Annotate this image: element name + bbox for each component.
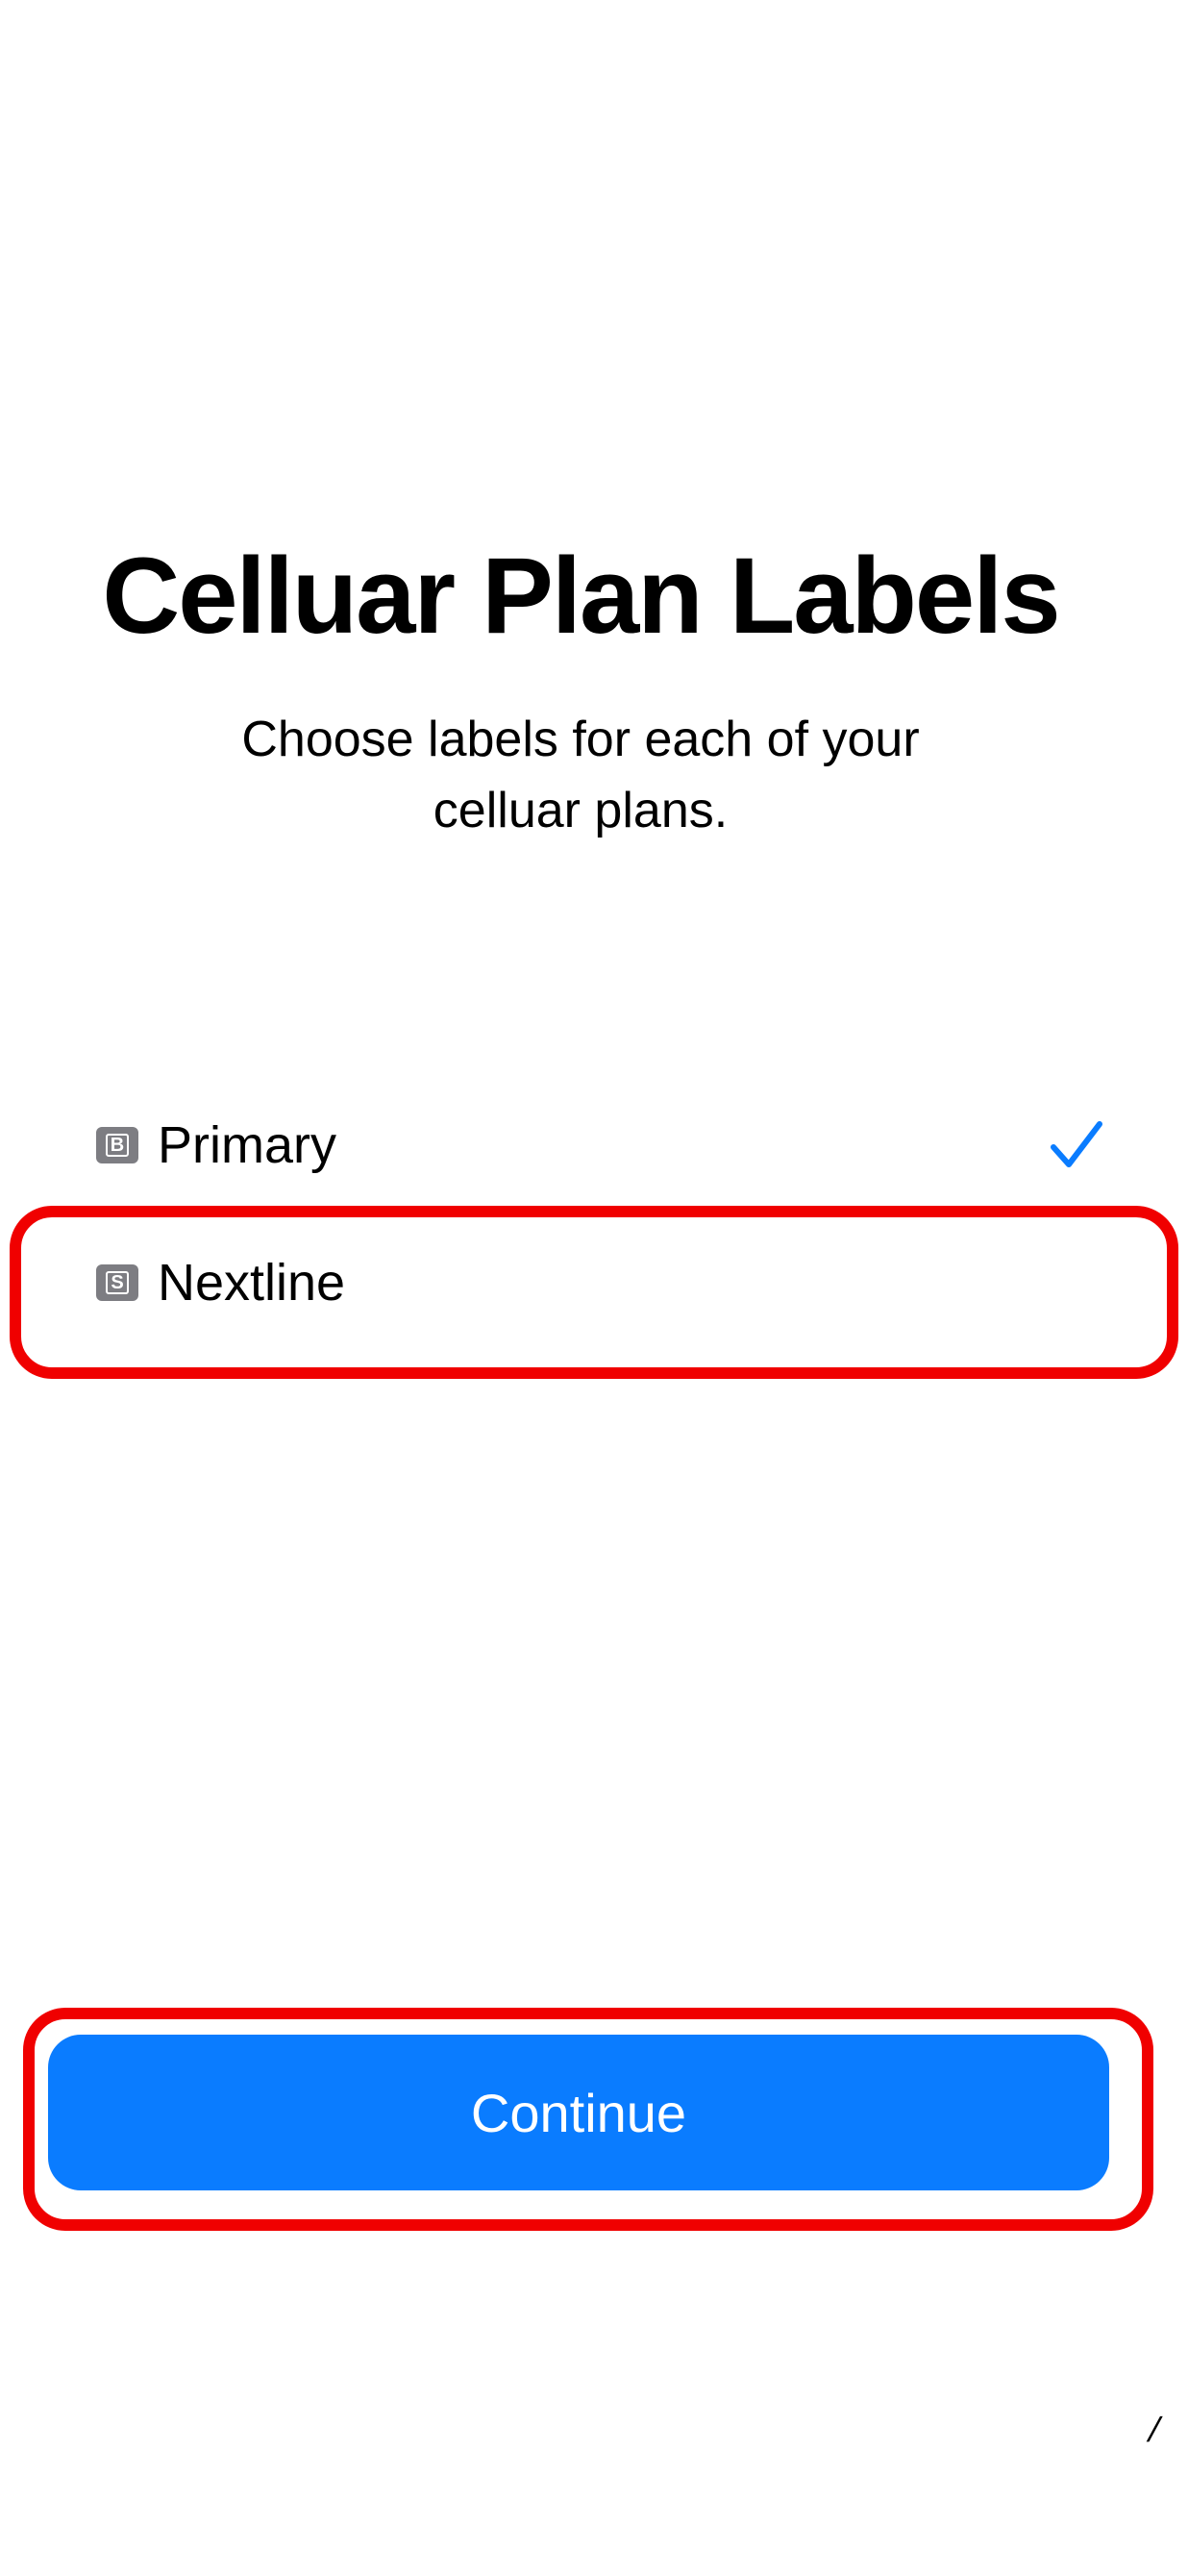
highlight-box-nextline xyxy=(10,1206,1178,1379)
page-subtitle: Choose labels for each of your celluar p… xyxy=(241,712,920,838)
highlight-box-continue xyxy=(23,2008,1153,2231)
corner-mark: / xyxy=(1144,2410,1165,2449)
plan-label: Primary xyxy=(158,1116,336,1174)
page-title: Celluar Plan Labels xyxy=(102,536,1060,656)
sim-badge-letter: B xyxy=(105,1134,130,1157)
plan-row-primary[interactable]: B Primary xyxy=(96,1092,1105,1198)
checkmark-icon xyxy=(1051,1121,1102,1167)
sim-badge-icon: B xyxy=(96,1127,138,1163)
